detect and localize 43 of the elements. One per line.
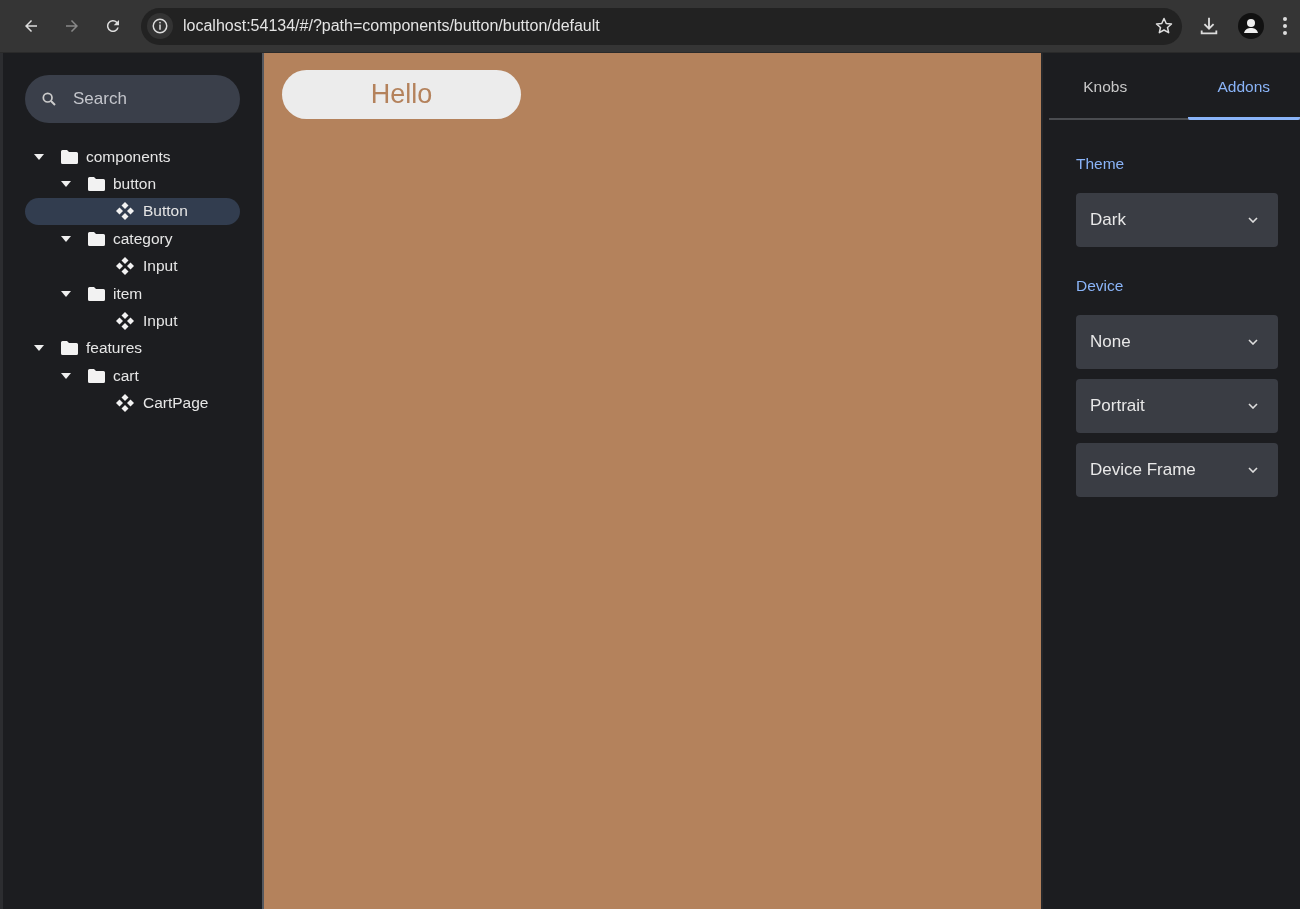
tree-item[interactable]: CartPage [25,389,240,417]
folder-icon [61,341,78,356]
tree-item[interactable]: cart [25,362,240,390]
tree-item[interactable]: category [25,225,240,253]
tree-item[interactable]: Input [25,307,240,335]
dropdown[interactable]: Portrait [1076,379,1278,433]
component-icon [116,394,134,413]
tree-item[interactable]: button [25,170,240,198]
info-icon [151,17,169,35]
tab[interactable]: Addons [1187,53,1300,120]
url-text: localhost:54134/#/?path=components/button/button/default [183,17,601,35]
tab[interactable]: Knobs [1049,53,1162,120]
folder-icon [88,177,105,192]
dropdown[interactable]: None [1076,315,1278,369]
chevron-down-icon [1248,217,1258,223]
folder-icon [61,149,78,164]
profile-icon[interactable] [1238,13,1264,39]
star-icon[interactable] [1154,16,1174,36]
folder-icon [88,231,105,246]
tree-item[interactable]: Button [25,197,240,226]
more-menu-icon[interactable] [1282,16,1288,36]
search-icon [41,91,57,107]
chevron-down-icon [1248,403,1258,409]
dropdown[interactable]: Dark [1076,193,1278,247]
section-title: Theme [1076,155,1126,173]
component-icon [116,257,134,276]
search-field[interactable]: Search [25,75,240,123]
section-title: Device [1076,277,1125,295]
folder-icon [88,368,105,383]
tree-item[interactable]: Input [25,252,240,280]
dropdown[interactable]: Device Frame [1076,443,1278,497]
component-icon [116,312,134,331]
chevron-down-icon [1248,339,1258,345]
forward-arrow-icon [63,17,81,35]
tree-item[interactable]: components [25,143,240,171]
chevron-down-icon [1248,467,1258,473]
address-bar[interactable]: localhost:54134/#/?path=components/button/button/default [141,7,1182,45]
download-icon[interactable] [1198,15,1220,37]
folder-icon [88,286,105,301]
tree-item[interactable]: item [25,279,240,308]
reload-icon [104,17,122,35]
component-icon [116,202,134,221]
tree-item[interactable]: features [25,334,240,363]
